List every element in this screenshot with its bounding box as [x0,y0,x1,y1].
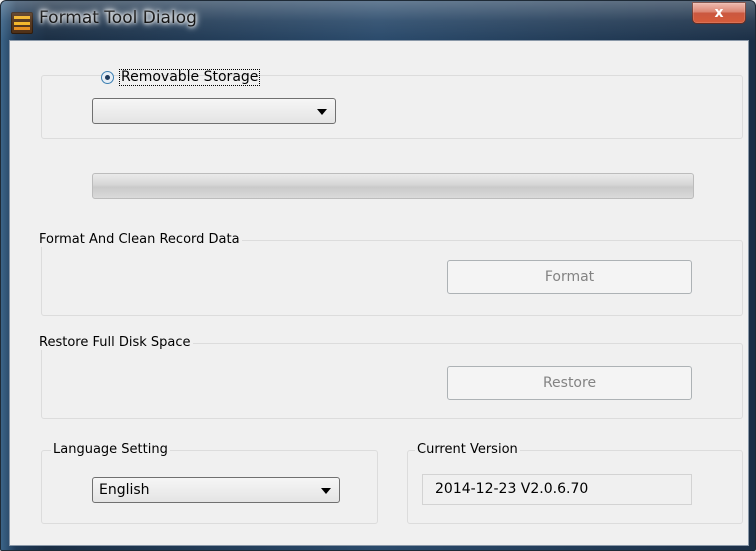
dialog-window: Format Tool Dialog x Removable Storage F… [0,0,756,551]
removable-storage-label[interactable]: Removable Storage [119,69,261,86]
title-bar[interactable]: Format Tool Dialog x [1,1,755,41]
format-button[interactable]: Format [447,260,692,294]
dialog-client-area: Removable Storage Format And Clean Recor… [9,40,749,546]
close-icon: x [714,5,724,21]
removable-storage-radio[interactable] [101,71,114,84]
restore-button[interactable]: Restore [447,366,692,400]
tool-app-icon [11,12,33,34]
language-select-value: English [99,482,150,498]
version-group-title: Current Version [415,442,520,457]
restore-group-title: Restore Full Disk Space [37,335,193,350]
chevron-down-icon [321,488,331,494]
version-field: 2014-12-23 V2.0.6.70 [422,474,692,505]
close-button[interactable]: x [692,2,746,24]
language-group-title: Language Setting [51,442,170,457]
drive-select[interactable] [92,98,336,124]
format-group-title: Format And Clean Record Data [37,232,242,247]
format-progress-bar [92,173,694,199]
window-title: Format Tool Dialog [39,8,197,28]
language-select[interactable]: English [92,477,340,503]
chevron-down-icon [317,109,327,115]
